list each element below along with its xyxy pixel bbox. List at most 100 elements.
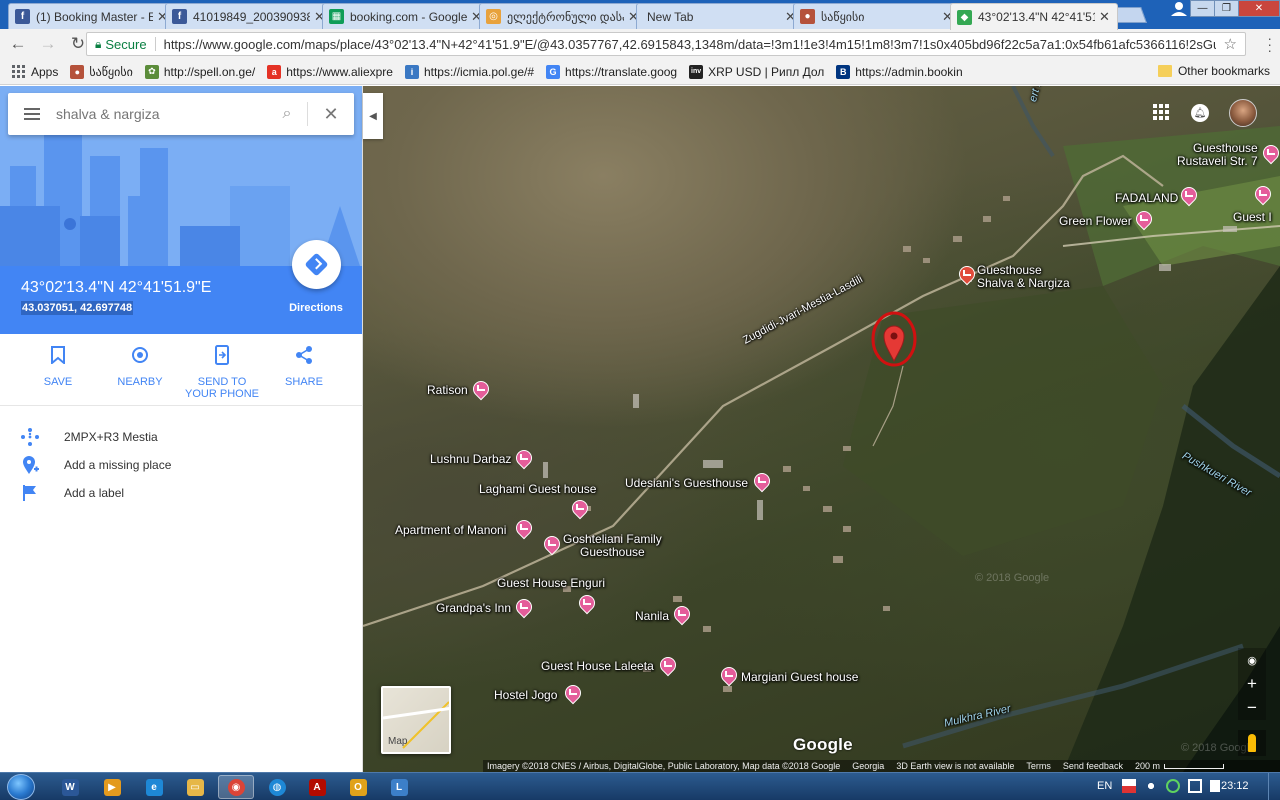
taskbar-outlook[interactable]: O	[340, 775, 376, 799]
notification-bell-icon[interactable]: 🔔︎	[1191, 104, 1209, 122]
taskbar-internet-explorer[interactable]: e	[136, 775, 172, 799]
hotel-pin-icon[interactable]	[717, 663, 741, 687]
place-label[interactable]: Nanila	[635, 610, 669, 623]
tab-georgian-site[interactable]: ◎ ელექტრონული დასაქმ ✕	[479, 3, 647, 29]
place-label[interactable]: Lushnu Darbaz	[430, 453, 511, 466]
window-maximize-button[interactable]: ❐	[1214, 0, 1239, 17]
start-button[interactable]	[7, 774, 35, 800]
bookmark-icmia[interactable]: i https://icmia.pol.ge/#	[404, 64, 534, 79]
place-label[interactable]: Guest House Enguri	[497, 577, 605, 590]
hotel-pin-icon[interactable]	[575, 591, 599, 615]
browser-profile-icon[interactable]	[1168, 0, 1190, 16]
taskbar-chrome[interactable]: ◉	[218, 775, 254, 799]
hotel-pin-icon[interactable]	[512, 516, 536, 540]
language-indicator[interactable]: EN	[1097, 780, 1112, 792]
map-type-toggle[interactable]: Map	[381, 686, 451, 754]
hotel-pin-icon[interactable]	[1132, 207, 1156, 231]
tab-google-maps[interactable]: ◆ 43°02'13.4"N 42°41'51.9"E ✕	[950, 3, 1118, 30]
bookmark-home-site[interactable]: ● საწყისი	[70, 64, 133, 79]
hotel-pin-icon[interactable]	[656, 653, 680, 677]
street-view-pegman-icon[interactable]	[1238, 730, 1266, 756]
forward-arrow-icon[interactable]: →	[36, 32, 60, 56]
plus-code-row[interactable]: 2MPX+R3 Mestia	[0, 423, 362, 451]
show-desktop-button[interactable]	[1268, 773, 1280, 800]
search-icon[interactable]: ⌕	[267, 105, 307, 123]
hotel-pin-icon[interactable]	[469, 377, 493, 401]
place-label[interactable]: Guesthouse Rustaveli Str. 7	[1177, 142, 1258, 168]
hotel-pin-icon[interactable]	[1259, 141, 1280, 165]
satellite-map[interactable]: Guesthouse Shalva & Nargiza Green Flower…	[363, 86, 1280, 772]
hotel-pin-icon[interactable]	[540, 532, 564, 556]
other-bookmarks[interactable]: Other bookmarks	[1157, 64, 1270, 78]
zoom-in-button[interactable]: +	[1238, 672, 1266, 696]
collapse-panel-button[interactable]: ◀	[363, 93, 383, 139]
taskbar-media-player[interactable]: ▶	[94, 775, 130, 799]
zoom-out-button[interactable]: −	[1238, 696, 1266, 720]
hotel-pin-icon[interactable]	[670, 602, 694, 626]
search-box[interactable]: ⌕ ✕	[8, 93, 354, 135]
place-label[interactable]: Laghami Guest house	[479, 483, 596, 496]
account-avatar[interactable]	[1229, 99, 1257, 127]
hotel-pin-icon[interactable]	[568, 496, 592, 520]
bookmark-star-icon[interactable]: ☆	[1224, 35, 1237, 53]
taskbar-messenger[interactable]: ◍	[259, 775, 295, 799]
hotel-pin-icon[interactable]	[955, 262, 979, 286]
terms-link[interactable]: Terms	[1026, 761, 1051, 771]
place-label[interactable]: Green Flower	[1059, 215, 1132, 228]
bookmark-aliexpress[interactable]: a https://www.aliexpre	[267, 64, 393, 79]
bookmark-spell[interactable]: ✿ http://spell.on.ge/	[144, 64, 255, 79]
bookmark-investing[interactable]: inv XRP USD | Рипл Дол	[689, 64, 824, 79]
tab-facebook-photo[interactable]: f 41019849_200390938 ✕	[165, 3, 333, 29]
save-button[interactable]: SAVE	[17, 344, 99, 405]
tab-home-site[interactable]: ● საწყისი ✕	[793, 3, 961, 29]
place-label[interactable]: Udesiani's Guesthouse	[625, 477, 748, 490]
address-bar[interactable]: 🔒︎ Secure https://www.google.com/maps/pl…	[86, 32, 1246, 56]
add-missing-place-row[interactable]: Add a missing place	[0, 451, 362, 479]
hotel-pin-icon[interactable]	[750, 469, 774, 493]
url-text[interactable]: https://www.google.com/maps/place/43°02'…	[164, 37, 1216, 52]
close-icon[interactable]: ✕	[308, 104, 354, 125]
taskbar-notepad[interactable]: L	[381, 775, 417, 799]
hotel-pin-icon[interactable]	[512, 595, 536, 619]
place-label[interactable]: Hostel Jogo	[494, 689, 557, 702]
tab-close-icon[interactable]: ✕	[1099, 9, 1111, 25]
share-button[interactable]: SHARE	[263, 344, 345, 405]
search-input[interactable]	[56, 106, 267, 122]
taskbar-acrobat[interactable]: A	[299, 775, 335, 799]
directions-button[interactable]	[292, 240, 341, 289]
region-label[interactable]: Georgia	[852, 761, 884, 771]
power-icon[interactable]	[1210, 780, 1220, 792]
hotel-pin-icon[interactable]	[512, 446, 536, 470]
clock[interactable]: 23:12	[1221, 780, 1249, 792]
my-location-icon[interactable]: ◉	[1238, 648, 1266, 672]
network-icon[interactable]	[1188, 779, 1202, 793]
hotel-pin-icon[interactable]	[1177, 183, 1201, 207]
hotel-pin-icon[interactable]	[561, 681, 585, 705]
window-close-button[interactable]: ✕	[1238, 0, 1280, 17]
add-label-row[interactable]: Add a label	[0, 479, 362, 507]
place-label[interactable]: Apartment of Manoni	[395, 524, 506, 537]
hotel-pin-icon[interactable]	[1251, 182, 1275, 206]
place-label[interactable]: Guesthouse Shalva & Nargiza	[977, 264, 1070, 290]
volume-icon[interactable]	[1144, 779, 1158, 793]
place-label[interactable]: Guest House Laleeta	[541, 660, 654, 673]
menu-icon[interactable]	[8, 108, 56, 120]
place-label[interactable]: Goshteliani Family Guesthouse	[563, 533, 662, 559]
send-feedback-link[interactable]: Send feedback	[1063, 761, 1123, 771]
back-arrow-icon[interactable]: ←	[6, 32, 30, 56]
sync-icon[interactable]	[1166, 779, 1180, 793]
bookmark-apps[interactable]: Apps	[12, 64, 58, 79]
bookmark-translate[interactable]: G https://translate.goog	[546, 64, 677, 79]
send-to-phone-button[interactable]: SEND TO YOUR PHONE	[181, 344, 263, 405]
place-label[interactable]: FADALAND	[1115, 192, 1178, 205]
google-apps-grid-icon[interactable]	[1153, 104, 1169, 120]
tab-google-sheets[interactable]: ▦ booking.com - Google ✕	[322, 3, 490, 29]
place-label[interactable]: Grandpa's Inn	[436, 602, 511, 615]
nearby-button[interactable]: NEARBY	[99, 344, 181, 405]
scale-label[interactable]: 200 m	[1135, 761, 1160, 771]
tab-new-tab[interactable]: New Tab ✕	[636, 3, 804, 29]
taskbar-file-explorer[interactable]: ▭	[177, 775, 213, 799]
place-label[interactable]: Guest I	[1233, 211, 1272, 224]
tab-booking-master[interactable]: f (1) Booking Master - Б ✕	[8, 3, 176, 29]
decimal-coordinates[interactable]: 43.037051, 42.697748	[21, 301, 134, 315]
